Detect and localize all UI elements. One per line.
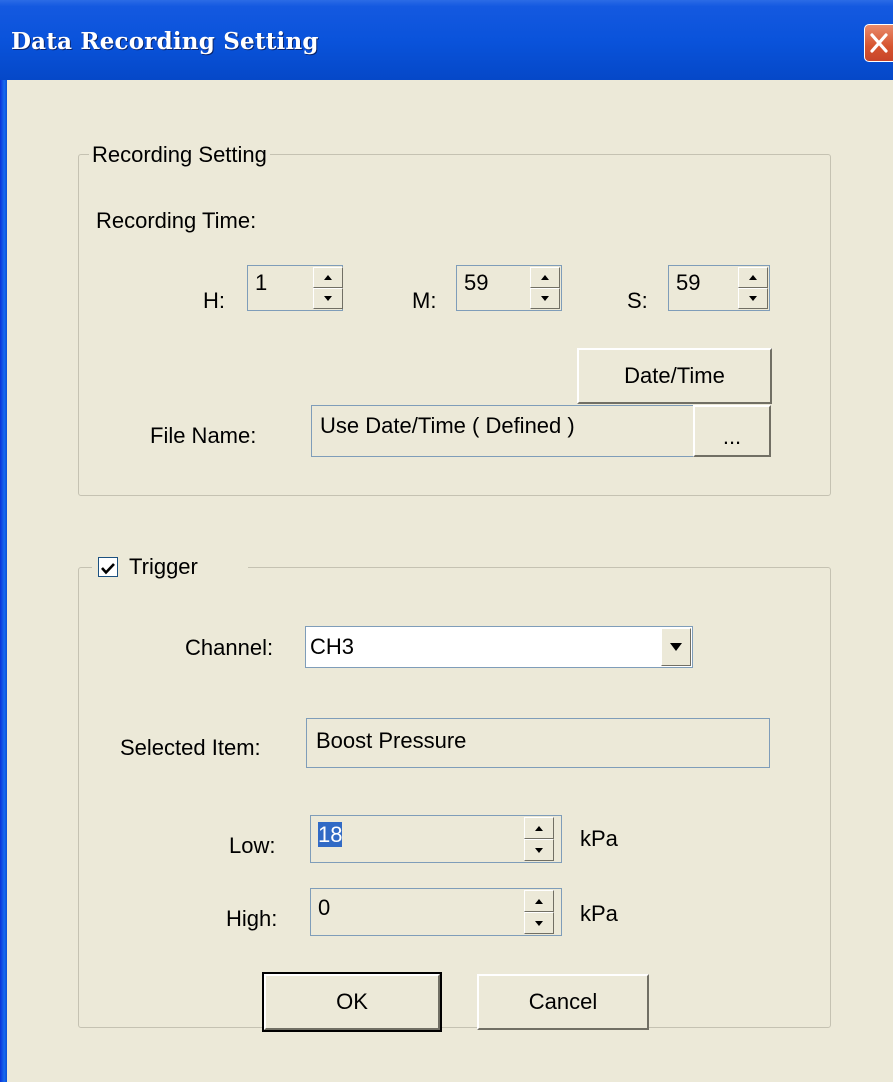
minutes-label: M:	[412, 288, 437, 313]
trigger-checkbox[interactable]	[98, 557, 118, 577]
minutes-spinner[interactable]	[530, 267, 560, 309]
window-frame-left	[0, 80, 7, 1082]
cancel-button-label: Cancel	[528, 989, 598, 1014]
low-up-button[interactable]	[524, 817, 554, 839]
seconds-value: 59	[676, 270, 701, 295]
close-button[interactable]	[864, 24, 893, 62]
trigger-legend: Trigger	[92, 553, 248, 581]
low-value: 18	[318, 822, 343, 847]
hours-down-button[interactable]	[313, 288, 343, 309]
hours-spinner[interactable]	[313, 267, 343, 309]
recording-setting-legend: Recording Setting	[89, 142, 270, 168]
arrow-down-icon	[541, 296, 549, 301]
channel-label: Channel:	[185, 635, 274, 660]
arrow-down-icon	[749, 296, 757, 301]
minutes-up-button[interactable]	[530, 267, 560, 288]
hours-up-button[interactable]	[313, 267, 343, 288]
checkmark-icon	[101, 563, 115, 575]
high-spinner[interactable]	[524, 890, 554, 934]
chevron-down-icon	[670, 643, 682, 651]
close-icon	[870, 33, 888, 53]
arrow-up-icon	[535, 898, 543, 904]
ok-button-label: OK	[336, 989, 368, 1014]
file-name-value: Use Date/Time ( Defined )	[320, 413, 575, 438]
seconds-down-button[interactable]	[738, 288, 768, 309]
file-name-label: File Name:	[150, 423, 257, 448]
channel-value: CH3	[310, 634, 355, 659]
arrow-down-icon	[324, 296, 332, 301]
arrow-up-icon	[541, 275, 549, 280]
seconds-up-button[interactable]	[738, 267, 768, 288]
selected-item-value: Boost Pressure	[316, 728, 467, 753]
seconds-label: S:	[627, 288, 648, 313]
channel-select[interactable]: CH3	[305, 626, 693, 668]
browse-button-label: ...	[722, 424, 742, 449]
seconds-spinner[interactable]	[738, 267, 768, 309]
high-up-button[interactable]	[524, 890, 554, 912]
selected-item-field: Boost Pressure	[306, 718, 770, 768]
high-unit: kPa	[580, 901, 618, 926]
low-spinner[interactable]	[524, 817, 554, 861]
hours-value: 1	[255, 270, 268, 295]
date-time-button-label: Date/Time	[624, 363, 725, 388]
arrow-up-icon	[749, 275, 757, 280]
high-value: 0	[318, 895, 331, 920]
ok-button[interactable]: OK	[262, 972, 442, 1032]
minutes-down-button[interactable]	[530, 288, 560, 309]
cancel-button[interactable]: Cancel	[477, 974, 649, 1030]
recording-time-label: Recording Time:	[96, 208, 257, 233]
trigger-label: Trigger	[129, 554, 198, 579]
dialog-client: Recording Setting Recording Time: H: 1 M…	[7, 80, 893, 1082]
browse-button[interactable]: ...	[693, 405, 771, 457]
title-bar[interactable]: Data Recording Setting	[0, 0, 893, 80]
low-down-button[interactable]	[524, 839, 554, 861]
arrow-up-icon	[535, 825, 543, 831]
window-title: Data Recording Setting	[11, 28, 319, 55]
arrow-up-icon	[324, 275, 332, 280]
file-name-field[interactable]: Use Date/Time ( Defined )	[311, 405, 697, 457]
low-unit: kPa	[580, 826, 618, 851]
hours-label: H:	[203, 288, 225, 313]
date-time-button[interactable]: Date/Time	[577, 348, 772, 404]
selected-item-label: Selected Item:	[120, 735, 261, 760]
arrow-down-icon	[535, 847, 543, 853]
high-down-button[interactable]	[524, 912, 554, 934]
high-label: High:	[226, 906, 278, 931]
minutes-value: 59	[464, 270, 489, 295]
channel-dropdown-button[interactable]	[661, 628, 691, 666]
arrow-down-icon	[535, 920, 543, 926]
low-label: Low:	[229, 833, 276, 858]
